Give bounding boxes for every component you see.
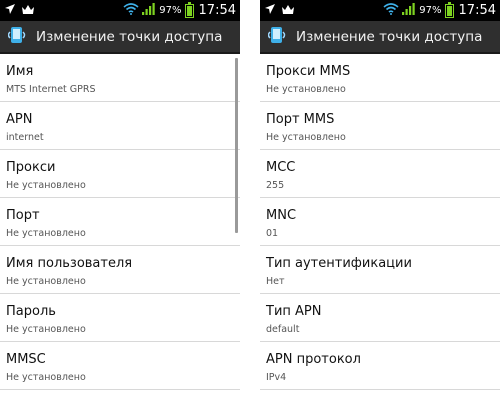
item-value: Не установлено xyxy=(6,276,86,287)
status-bar: 97% 17:54 xyxy=(260,0,500,21)
page-title: Изменение точки доступа xyxy=(36,28,223,45)
navigation-arrow-icon xyxy=(4,3,16,18)
item-value: 01 xyxy=(266,228,279,239)
list-item-username[interactable]: Имя пользователя Не установлено xyxy=(0,246,240,294)
item-title: Тип аутентификации xyxy=(266,256,412,271)
item-title: Имя xyxy=(6,64,34,79)
battery-percent: 97% xyxy=(419,5,442,16)
item-title: Имя пользователя xyxy=(6,256,133,271)
item-value: IPv4 xyxy=(266,372,287,383)
list-item-mms-proxy[interactable]: Прокси MMS Не установлено xyxy=(260,54,500,102)
list-item-password[interactable]: Пароль Не установлено xyxy=(0,294,240,342)
item-value: default xyxy=(266,324,300,335)
item-title: APN протокол xyxy=(266,352,361,367)
item-value: Не установлено xyxy=(6,324,86,335)
scrollbar[interactable] xyxy=(235,58,238,233)
action-bar: Изменение точки доступа xyxy=(0,21,240,54)
list-item-mms-port[interactable]: Порт MMS Не установлено xyxy=(260,102,500,150)
clock-time: 17:54 xyxy=(198,3,236,18)
item-value: Не установлено xyxy=(266,84,346,95)
item-title: Порт xyxy=(6,208,40,223)
crown-icon xyxy=(281,4,295,18)
apn-settings-icon[interactable] xyxy=(7,25,28,49)
action-bar: Изменение точки доступа xyxy=(260,21,500,54)
phone-screen-left: 97% 17:54 Изменение точки доступа Имя MT… xyxy=(0,0,240,400)
signal-icon xyxy=(142,3,156,18)
list-item-apn[interactable]: APN internet xyxy=(0,102,240,150)
list-item-name[interactable]: Имя MTS Internet GPRS xyxy=(0,54,240,102)
item-title: Прокси MMS xyxy=(266,64,351,79)
settings-list: Имя MTS Internet GPRS APN internet Прокс… xyxy=(0,54,240,390)
battery-icon xyxy=(184,1,194,18)
item-value: Нет xyxy=(266,276,285,287)
item-value: 255 xyxy=(266,180,285,191)
settings-list: Прокси MMS Не установлено Порт MMS Не ус… xyxy=(260,54,500,390)
battery-icon xyxy=(444,1,454,18)
item-value: MTS Internet GPRS xyxy=(6,84,96,95)
status-bar-right: 97% 17:54 xyxy=(123,1,236,18)
status-bar: 97% 17:54 xyxy=(0,0,240,21)
battery-percent: 97% xyxy=(159,5,182,16)
phone-screen-right: 97% 17:54 Изменение точки доступа Прокси… xyxy=(260,0,500,400)
list-item-proxy[interactable]: Прокси Не установлено xyxy=(0,150,240,198)
list-item-apn-type[interactable]: Тип APN default xyxy=(260,294,500,342)
item-value: Не установлено xyxy=(6,372,86,383)
page-title: Изменение точки доступа xyxy=(296,28,483,45)
list-item-mmsc[interactable]: MMSC Не установлено xyxy=(0,342,240,390)
item-title: APN xyxy=(6,112,33,127)
item-value: Не установлено xyxy=(6,228,86,239)
status-bar-right: 97% 17:54 xyxy=(383,1,496,18)
item-title: Тип APN xyxy=(266,304,322,319)
item-title: Пароль xyxy=(6,304,56,319)
status-bar-left xyxy=(4,3,123,18)
item-value: internet xyxy=(6,132,44,143)
item-title: MMSC xyxy=(6,352,46,367)
item-value: Не установлено xyxy=(266,132,346,143)
wifi-icon xyxy=(383,3,399,18)
list-item-mnc[interactable]: MNC 01 xyxy=(260,198,500,246)
wifi-icon xyxy=(123,3,139,18)
item-title: Прокси xyxy=(6,160,56,175)
item-title: MNC xyxy=(266,208,297,223)
navigation-arrow-icon xyxy=(264,3,276,18)
signal-icon xyxy=(402,3,416,18)
list-item-apn-protocol[interactable]: APN протокол IPv4 xyxy=(260,342,500,390)
status-bar-left xyxy=(264,3,383,18)
list-item-mcc[interactable]: MCC 255 xyxy=(260,150,500,198)
clock-time: 17:54 xyxy=(458,3,496,18)
item-title: Порт MMS xyxy=(266,112,335,127)
list-item-auth-type[interactable]: Тип аутентификации Нет xyxy=(260,246,500,294)
apn-settings-icon[interactable] xyxy=(267,25,288,49)
crown-icon xyxy=(21,4,35,18)
item-title: MCC xyxy=(266,160,296,175)
list-item-port[interactable]: Порт Не установлено xyxy=(0,198,240,246)
item-value: Не установлено xyxy=(6,180,86,191)
